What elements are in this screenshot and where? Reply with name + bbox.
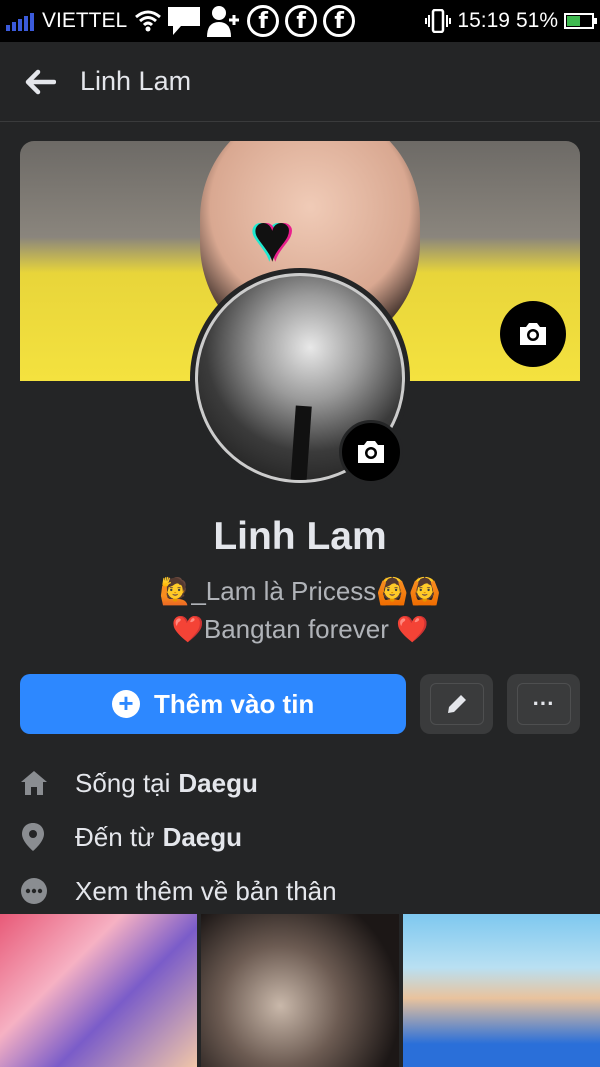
add-to-story-label: Thêm vào tin	[153, 688, 315, 719]
signal-icon	[6, 11, 34, 31]
heart-sticker: ♥	[252, 200, 293, 276]
battery-percent: 51%	[515, 9, 558, 32]
from-label: Đến từ	[75, 821, 155, 852]
home-icon	[20, 770, 75, 796]
lives-in-row[interactable]: Sống tại Daegu	[20, 756, 580, 810]
arrow-left-icon	[25, 69, 56, 94]
see-more-about-label: Xem thêm về bản thân	[75, 875, 337, 906]
more-circle-icon	[20, 877, 75, 905]
app-header: Linh Lam	[0, 42, 600, 122]
photo-thumbnail[interactable]	[0, 914, 198, 1067]
edit-profile-button[interactable]	[420, 674, 494, 734]
location-pin-icon	[20, 822, 75, 852]
see-more-about-row[interactable]: Xem thêm về bản thân	[20, 864, 580, 918]
add-contact-icon	[207, 6, 240, 37]
profile-bio: 🙋_Lam là Pricess🙆🙆 ❤️Bangtan forever ❤️	[0, 572, 600, 648]
camera-icon	[358, 441, 384, 463]
message-icon	[168, 7, 201, 35]
battery-icon	[564, 13, 597, 29]
profile-name: Linh Lam	[213, 515, 387, 558]
carrier-label: VIETTEL	[42, 9, 128, 32]
clock: 15:19	[457, 9, 510, 32]
wifi-icon	[135, 10, 162, 32]
vibrate-icon	[425, 9, 452, 33]
lives-in-city: Daegu	[178, 767, 258, 798]
back-button[interactable]	[0, 42, 80, 122]
from-city: Daegu	[162, 821, 243, 852]
from-row[interactable]: Đến từ Daegu	[20, 810, 580, 864]
more-icon: ···	[516, 683, 571, 725]
pencil-icon	[447, 695, 466, 713]
edit-cover-button[interactable]	[500, 301, 566, 367]
facebook-icon: f	[323, 5, 356, 37]
bio-line: ❤️Bangtan forever ❤️	[171, 614, 429, 644]
photo-grid	[0, 914, 600, 1067]
profile-details: Sống tại Daegu Đến từ Daegu Xem thêm về …	[20, 756, 580, 918]
more-options-button[interactable]: ···	[507, 674, 580, 734]
add-to-story-button[interactable]: + Thêm vào tin	[20, 674, 407, 734]
edit-profile-picture-button[interactable]	[339, 420, 403, 484]
photo-thumbnail[interactable]	[402, 914, 600, 1067]
facebook-icon: f	[247, 5, 280, 37]
plus-circle-icon: +	[111, 690, 140, 718]
lives-in-label: Sống tại	[75, 767, 171, 798]
camera-icon	[520, 323, 546, 345]
status-bar: VIETTEL f f f 15:19 51%	[0, 0, 600, 42]
page-title: Linh Lam	[80, 66, 192, 96]
profile-actions: + Thêm vào tin ···	[20, 674, 580, 734]
photo-thumbnail[interactable]	[201, 914, 399, 1067]
bio-line: 🙋_Lam là Pricess🙆🙆	[158, 576, 442, 606]
facebook-icon: f	[285, 5, 318, 37]
